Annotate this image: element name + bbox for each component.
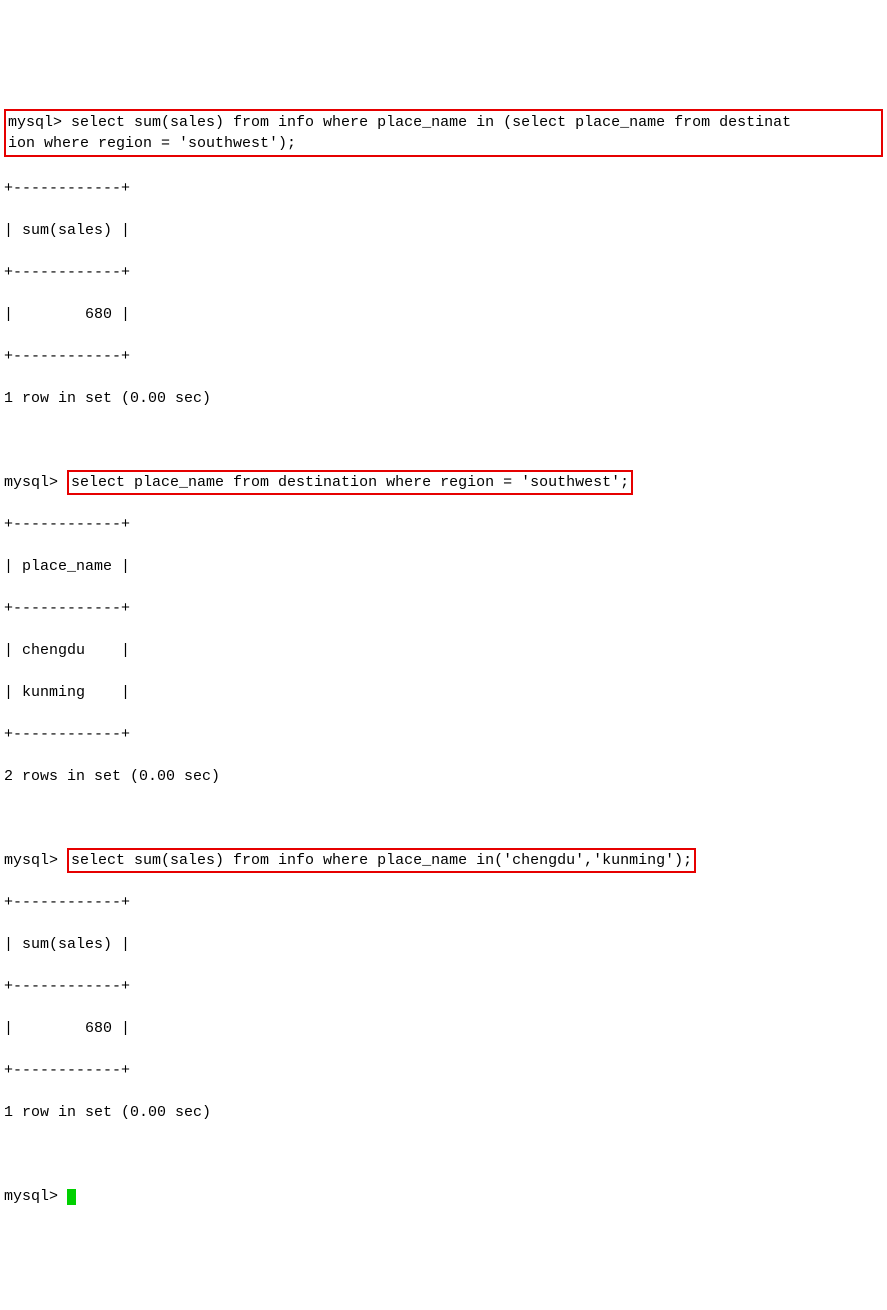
highlighted-query-2: select place_name from destination where… xyxy=(67,470,633,495)
result1-footer: 1 row in set (0.00 sec) xyxy=(4,388,883,409)
result2-row1: | chengdu | xyxy=(4,640,883,661)
mysql-prompt: mysql> xyxy=(4,852,67,869)
result1-header: | sum(sales) | xyxy=(4,220,883,241)
result2-footer: 2 rows in set (0.00 sec) xyxy=(4,766,883,787)
result2-header: | place_name | xyxy=(4,556,883,577)
result3-border-bot: +------------+ xyxy=(4,1060,883,1081)
result3-border-top: +------------+ xyxy=(4,892,883,913)
result3-value: | 680 | xyxy=(4,1018,883,1039)
mysql-prompt: mysql> xyxy=(8,114,71,131)
mysql-terminal[interactable]: mysql> select sum(sales) from info where… xyxy=(4,88,883,1228)
highlighted-query-1: mysql> select sum(sales) from info where… xyxy=(4,109,883,157)
mysql-prompt: mysql> xyxy=(4,474,67,491)
mysql-prompt: mysql> xyxy=(4,1188,67,1205)
query1-line1: select sum(sales) from info where place_… xyxy=(71,114,791,131)
result3-header: | sum(sales) | xyxy=(4,934,883,955)
highlighted-query-3: select sum(sales) from info where place_… xyxy=(67,848,696,873)
result3-footer: 1 row in set (0.00 sec) xyxy=(4,1102,883,1123)
result1-border-mid: +------------+ xyxy=(4,262,883,283)
result3-border-mid: +------------+ xyxy=(4,976,883,997)
result2-border-mid: +------------+ xyxy=(4,598,883,619)
cursor[interactable] xyxy=(67,1189,76,1205)
result2-row2: | kunming | xyxy=(4,682,883,703)
result2-border-bot: +------------+ xyxy=(4,724,883,745)
result1-border-bot: +------------+ xyxy=(4,346,883,367)
result1-value: | 680 | xyxy=(4,304,883,325)
result1-border-top: +------------+ xyxy=(4,178,883,199)
result2-border-top: +------------+ xyxy=(4,514,883,535)
query1-line2: ion where region = 'southwest'); xyxy=(8,133,879,154)
